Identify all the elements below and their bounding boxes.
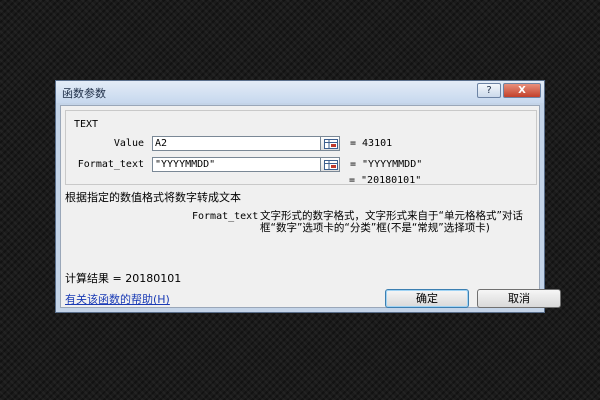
format-text-label: Format_text <box>77 159 144 170</box>
range-select-icon <box>324 160 338 170</box>
argument-description-label: Format_text <box>192 211 259 222</box>
dialog-titlebar[interactable]: 函数参数 ? X <box>56 81 544 103</box>
value-input[interactable]: A2 <box>152 136 322 151</box>
format-text-result: = "YYYYMMDD" <box>350 159 423 170</box>
format-text-collapse-button[interactable] <box>320 157 340 172</box>
ok-button[interactable]: 确定 <box>385 289 469 308</box>
function-name: TEXT <box>74 119 99 130</box>
calculation-result: 计算结果 = 20180101 <box>65 272 182 285</box>
value-result: = 43101 <box>350 138 393 149</box>
function-description: 根据指定的数值格式将数字转成文本 <box>65 191 241 204</box>
function-help-link[interactable]: 有关该函数的帮助(H) <box>65 291 170 307</box>
format-text-input[interactable]: "YYYYMMDD" <box>152 157 322 172</box>
range-select-icon <box>324 139 338 149</box>
formula-result: = "20180101" <box>349 175 422 186</box>
dialog-body: TEXT Value A2 = 43101 Format_text "YYYYM… <box>60 105 561 308</box>
dialog-title: 函数参数 <box>62 87 106 100</box>
close-icon[interactable]: X <box>503 83 541 98</box>
function-arguments-dialog: 函数参数 ? X TEXT Value A2 = 43101 Format_te… <box>55 80 561 313</box>
value-collapse-button[interactable] <box>320 136 340 151</box>
help-icon[interactable]: ? <box>477 83 501 98</box>
value-label: Value <box>113 138 144 149</box>
argument-description: 文字形式的数字格式，文字形式来自于“单元格格式”对话框“数字”选项卡的“分类”框… <box>260 210 523 234</box>
arguments-group: TEXT Value A2 = 43101 Format_text "YYYYM… <box>65 110 537 185</box>
cancel-button[interactable]: 取消 <box>477 289 561 308</box>
